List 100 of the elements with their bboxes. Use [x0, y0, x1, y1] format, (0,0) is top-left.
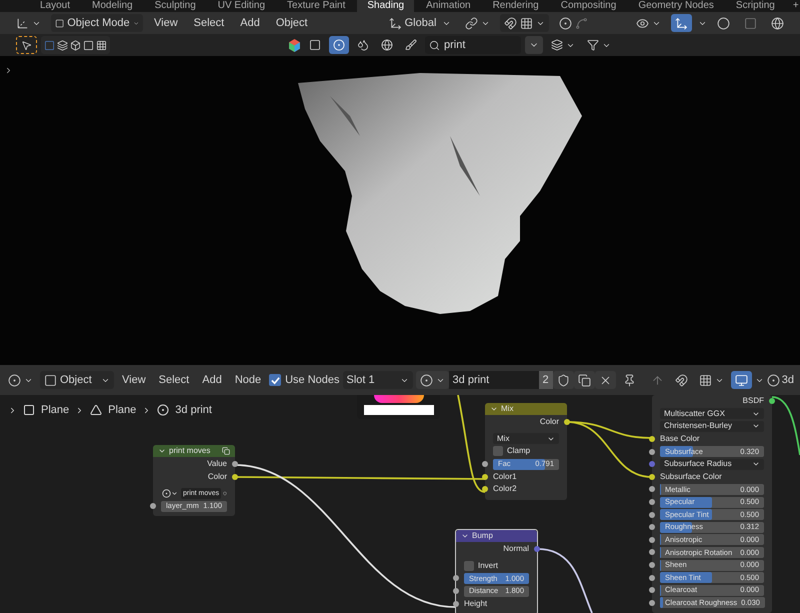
dot-circle-icon [558, 16, 572, 30]
unlink-button[interactable] [594, 371, 616, 389]
menu-item[interactable]: Add [235, 14, 265, 32]
checkbox[interactable] [464, 560, 474, 571]
search-icon [429, 40, 440, 50]
expand-icon[interactable] [4, 66, 13, 75]
socket[interactable] [453, 600, 459, 607]
socket-label: Color2 [493, 485, 517, 494]
socket[interactable] [564, 419, 570, 426]
socket[interactable] [649, 587, 655, 594]
socket-label: Subsurface Color [660, 472, 722, 481]
socket[interactable] [649, 524, 655, 530]
material-selector[interactable] [161, 488, 179, 499]
workspace-tab[interactable]: Geometry Nodes [628, 0, 724, 12]
dropdown-field[interactable]: Subsurface Radius [660, 458, 764, 470]
node-header[interactable]: Mix [485, 403, 567, 415]
checkmark-icon [270, 376, 280, 384]
menu-item[interactable]: View [117, 372, 151, 388]
search-field[interactable]: print [425, 36, 521, 54]
socket[interactable] [649, 474, 655, 480]
dropdown-field[interactable]: Christensen-Burley [660, 420, 764, 432]
add-workspace-button[interactable]: + [786, 1, 800, 11]
breadcrumb-item[interactable]: Plane [41, 402, 70, 418]
socket-label: Color [208, 472, 227, 481]
shield-icon[interactable] [223, 488, 227, 498]
socket-label: Normal [503, 545, 529, 554]
viewport[interactable] [0, 56, 800, 365]
workspace-tab[interactable]: Shading [357, 0, 414, 12]
socket[interactable] [649, 549, 655, 556]
user-count[interactable]: 2 [538, 371, 553, 389]
workspace-tab[interactable]: Layout [30, 0, 80, 12]
dropdown-field[interactable]: Multiscatter GGX [660, 408, 764, 420]
node-title: Bump [472, 532, 494, 540]
menu-item[interactable]: Node [230, 372, 266, 388]
menu-item[interactable]: Object [270, 14, 313, 32]
socket[interactable] [649, 436, 655, 442]
collapse-icon[interactable] [461, 532, 469, 540]
collapse-icon[interactable] [490, 405, 498, 413]
workspace-tab[interactable]: Compositing [550, 0, 626, 12]
menu-item[interactable]: Select [154, 372, 194, 388]
workspace-tab[interactable]: UV Editing [208, 0, 276, 12]
breadcrumb-item[interactable]: 3d print [175, 402, 212, 418]
menu-item[interactable]: View [149, 14, 183, 32]
checkbox[interactable] [493, 446, 503, 456]
workspace-tab[interactable]: Sculpting [144, 0, 206, 12]
socket[interactable] [232, 461, 238, 468]
socket[interactable] [534, 546, 540, 552]
socket[interactable] [232, 474, 238, 480]
socket[interactable] [482, 461, 488, 468]
workspace-tab[interactable]: Modeling [82, 0, 143, 12]
object-dropdown[interactable]: Object [40, 371, 114, 389]
copy-icon [578, 374, 591, 386]
socket[interactable] [649, 512, 655, 518]
socket[interactable] [649, 536, 655, 543]
material-label: 3d [782, 372, 794, 388]
selection-modes[interactable] [41, 36, 110, 54]
socket[interactable] [769, 398, 775, 404]
node[interactable] [652, 395, 772, 613]
use-nodes-checkbox[interactable] [269, 374, 282, 386]
material-browse-button[interactable] [416, 371, 449, 389]
node-header[interactable]: print moves [153, 445, 235, 457]
wire [772, 396, 800, 456]
socket[interactable] [649, 574, 655, 581]
collapse-icon[interactable] [158, 447, 166, 455]
orientation-dropdown[interactable]: Global [384, 14, 455, 32]
workspace-tab[interactable]: Texture Paint [277, 0, 356, 12]
fake-user-button[interactable] [552, 371, 574, 389]
socket[interactable] [649, 448, 655, 455]
workspace-tab[interactable]: Animation [416, 0, 481, 12]
material-name-field[interactable]: 3d print [448, 371, 539, 389]
dropdown-field[interactable]: Mix [493, 433, 559, 444]
node-header[interactable]: Bump [456, 530, 537, 542]
overlay-button[interactable] [730, 371, 752, 389]
socket[interactable] [453, 575, 459, 582]
square-icon [744, 16, 757, 30]
socket[interactable] [150, 503, 156, 510]
socket[interactable] [649, 499, 655, 506]
socket[interactable] [649, 562, 655, 568]
wire [538, 548, 593, 613]
workspace-tab[interactable]: Rendering [482, 0, 549, 12]
node-title: print moves [169, 447, 212, 455]
socket[interactable] [482, 474, 488, 480]
workspace-tab[interactable]: Scripting [726, 0, 785, 12]
hexagon-icon[interactable] [288, 38, 301, 52]
snap-button[interactable] [500, 14, 549, 32]
socket[interactable] [649, 600, 655, 606]
solid-shading-button[interactable] [329, 36, 349, 54]
slot-dropdown[interactable]: Slot 1 [342, 371, 413, 389]
select-tool-button[interactable] [16, 36, 37, 54]
color-swatch[interactable] [364, 405, 434, 415]
socket[interactable] [453, 588, 459, 594]
socket[interactable] [649, 486, 655, 492]
menu-item[interactable]: Select [188, 14, 230, 32]
tree-icon [551, 39, 563, 51]
mode-dropdown[interactable]: Object Mode [51, 14, 143, 32]
breadcrumb-item[interactable]: Plane [108, 402, 136, 418]
socket[interactable] [482, 486, 488, 492]
socket-label: Value [207, 460, 227, 468]
gizmo-button[interactable] [671, 14, 692, 32]
menu-item[interactable]: Add [197, 372, 227, 388]
